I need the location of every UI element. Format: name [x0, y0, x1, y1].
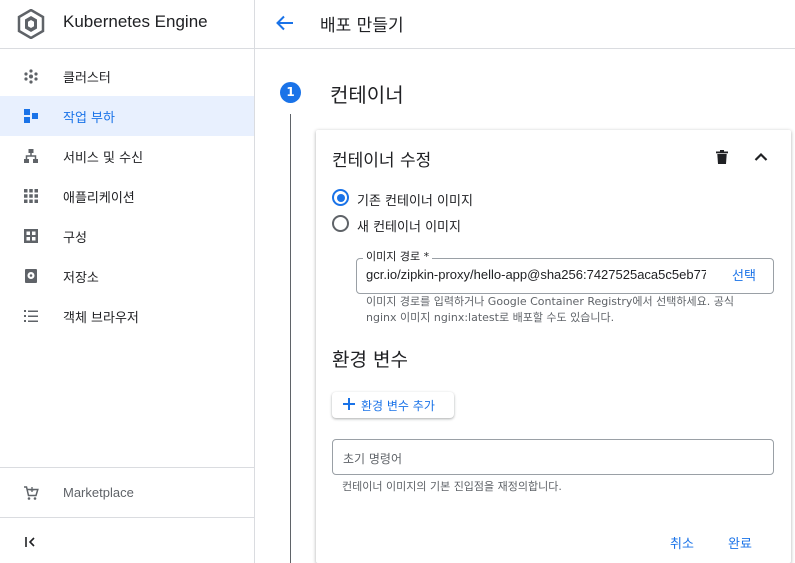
sidebar-item-label: 클러스터 — [63, 71, 111, 86]
add-env-variable-button[interactable]: 환경 변수 추가 — [332, 392, 454, 418]
sidebar-item-label: 객체 브라우저 — [63, 311, 139, 326]
add-env-variable-label: 환경 변수 추가 — [361, 399, 435, 413]
image-path-input[interactable]: gcr.io/zipkin-proxy/hello-app@sha256:742… — [366, 267, 706, 282]
sidebar-item-config[interactable]: 구성 — [0, 216, 254, 256]
page-header: 배포 만들기 — [255, 0, 795, 49]
done-button[interactable]: 완료 — [728, 533, 752, 552]
step-connector-line — [290, 114, 291, 563]
product-title: Kubernetes Engine — [63, 12, 208, 31]
kubernetes-engine-logo-icon[interactable] — [16, 9, 46, 39]
sidebar-item-label: 구성 — [63, 231, 87, 246]
env-section-title: 환경 변수 — [332, 349, 408, 371]
step-title: 컨테이너 — [330, 83, 404, 107]
services-icon — [24, 149, 38, 163]
initial-command-placeholder: 초기 명령어 — [343, 452, 403, 466]
sidebar-item-label: 서비스 및 수신 — [63, 151, 144, 166]
image-path-helper: 이미지 경로를 입력하거나 Google Container Registry에… — [366, 295, 734, 324]
sidebar-item-services[interactable]: 서비스 및 수신 — [0, 136, 254, 176]
clusters-icon — [24, 69, 38, 84]
plus-icon — [343, 398, 355, 410]
trash-icon[interactable] — [714, 149, 730, 165]
workloads-icon — [24, 109, 38, 123]
radio-button-checked[interactable] — [332, 189, 349, 206]
main-content: 배포 만들기 1 컨테이너 컨테이너 수정 기존 컨테이너 이미지 새 컨테이너… — [255, 0, 795, 563]
cancel-button[interactable]: 취소 — [670, 533, 694, 552]
initial-command-helper: 컨테이너 이미지의 기본 진입점을 재정의합니다. — [342, 480, 562, 493]
image-path-label: 이미지 경로 * — [363, 248, 433, 264]
radio-label: 기존 컨테이너 이미지 — [357, 194, 473, 209]
sidebar-item-label: 저장소 — [63, 271, 99, 286]
card-title: 컨테이너 수정 — [332, 151, 432, 171]
object-browser-icon — [24, 310, 38, 322]
divider — [0, 467, 254, 468]
sidebar-item-clusters[interactable]: 클러스터 — [0, 56, 254, 96]
shopping-cart-icon — [24, 486, 39, 500]
storage-icon — [25, 269, 37, 283]
collapse-sidebar-icon[interactable] — [20, 532, 40, 552]
radio-button[interactable] — [332, 215, 349, 232]
back-arrow-icon[interactable] — [274, 12, 296, 34]
sidebar-item-object-browser[interactable]: 객체 브라우저 — [0, 296, 254, 336]
sidebar-item-storage[interactable]: 저장소 — [0, 256, 254, 296]
sidebar-item-workloads[interactable]: 작업 부하 — [0, 96, 254, 136]
page-title: 배포 만들기 — [320, 16, 404, 36]
applications-icon — [24, 189, 38, 203]
container-edit-card: 컨테이너 수정 기존 컨테이너 이미지 새 컨테이너 이미지 이미지 경로 * … — [316, 130, 791, 563]
sidebar: Kubernetes Engine 클러스터 작업 부하 서비스 및 수신 애플… — [0, 0, 255, 563]
marketplace-label: Marketplace — [63, 485, 134, 500]
select-image-button[interactable]: 선택 — [732, 265, 756, 284]
chevron-up-icon[interactable] — [752, 148, 770, 166]
sidebar-item-marketplace[interactable]: Marketplace — [0, 472, 254, 512]
radio-existing-image[interactable]: 기존 컨테이너 이미지 — [332, 188, 532, 209]
divider — [0, 517, 254, 518]
config-icon — [24, 229, 38, 243]
sidebar-item-applications[interactable]: 애플리케이션 — [0, 176, 254, 216]
radio-label: 새 컨테이너 이미지 — [357, 220, 461, 235]
sidebar-header: Kubernetes Engine — [0, 0, 254, 49]
sidebar-item-label: 애플리케이션 — [63, 191, 135, 206]
initial-command-field[interactable]: 초기 명령어 — [332, 439, 774, 475]
radio-new-image[interactable]: 새 컨테이너 이미지 — [332, 214, 532, 235]
sidebar-nav: 클러스터 작업 부하 서비스 및 수신 애플리케이션 구성 저장소 객체 브라우… — [0, 56, 254, 336]
sidebar-item-label: 작업 부하 — [63, 111, 115, 126]
step-number-badge: 1 — [280, 82, 301, 103]
